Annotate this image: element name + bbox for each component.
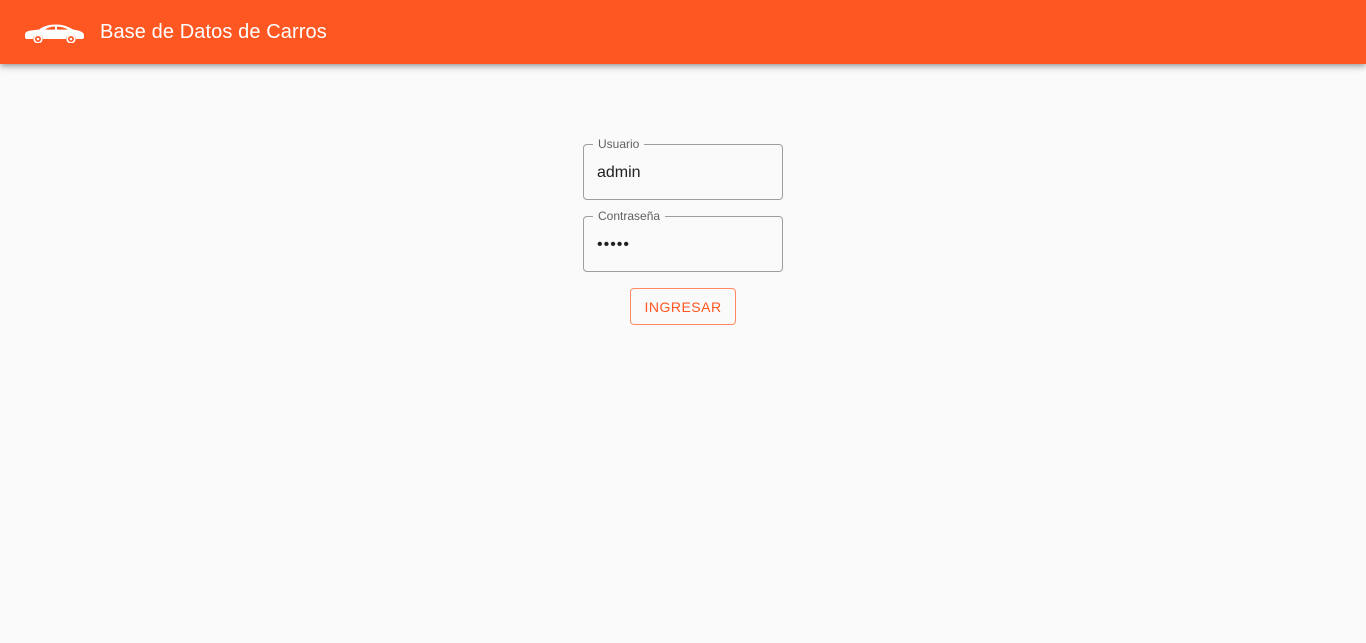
login-button[interactable]: INGRESAR [630,288,736,325]
password-input[interactable] [597,234,769,256]
username-field[interactable]: Usuario [583,137,783,200]
password-label: Contraseña [593,209,666,223]
username-input[interactable] [597,162,769,184]
password-field[interactable]: Contraseña [583,209,783,272]
app-title: Base de Datos de Carros [100,20,327,43]
username-label: Usuario [593,137,645,151]
app-bar: Base de Datos de Carros [0,0,1366,64]
car-icon [25,24,84,43]
login-form: Usuario Contraseña INGRESAR [583,137,783,325]
